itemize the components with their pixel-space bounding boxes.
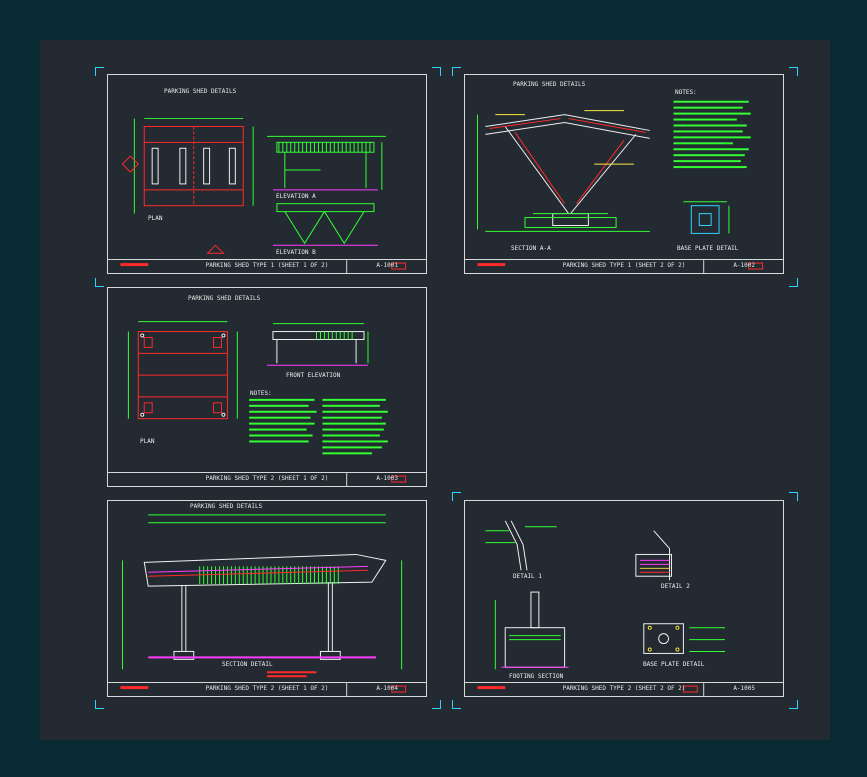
drawing-canvas: PARKING SHED DETAILS PLAN ELEVATION A EL… [40,40,830,740]
crop-mark [432,67,441,76]
sheet-number: A-1005 [733,685,755,692]
sheet-type1-2-drawing [476,100,764,273]
crop-mark [95,700,104,709]
base-plate-label: BASE PLATE DETAIL [643,661,705,668]
plan-label: PLAN [140,438,155,445]
footing-section-label: FOOTING SECTION [509,673,564,680]
sheet-title: PARKING SHED DETAILS [188,295,261,302]
sheet-number: A-1004 [376,685,398,692]
detail-1-label: DETAIL 1 [513,573,542,580]
title-block: PARKING SHED TYPE 2 (SHEET 2 OF 2) A-100… [465,682,783,696]
elevation-b-label: ELEVATION B [276,249,316,256]
notes-heading: NOTES: [250,390,272,397]
section-detail-label: SECTION DETAIL [222,661,273,668]
crop-mark [95,278,104,287]
title-block: PARKING SHED TYPE 2 (SHEET 1 OF 2) A-100… [108,682,426,696]
detail-2-label: DETAIL 2 [661,583,690,590]
section-aa-label: SECTION A-A [511,245,551,252]
base-plate-label: BASE PLATE DETAIL [677,245,739,252]
sheet-title: PARKING SHED DETAILS [190,503,263,510]
sheet-number: A-1003 [376,475,398,482]
crop-mark [432,700,441,709]
title-block: PARKING SHED TYPE 1 (SHEET 1 OF 2) A-100… [108,259,426,273]
footer-title: PARKING SHED TYPE 2 (SHEET 2 OF 2) [562,685,686,692]
crop-mark [789,278,798,287]
title-block: PARKING SHED TYPE 2 (SHEET 1 OF 2) A-100… [108,472,426,486]
sheet-type1-2: PARKING SHED DETAILS NOTES: SECTION A-A … [464,74,784,274]
crop-mark [95,67,104,76]
footer-title: PARKING SHED TYPE 2 (SHEET 1 OF 2) [205,475,329,482]
crop-mark [789,492,798,501]
sheet-title: PARKING SHED DETAILS [164,88,237,95]
sheet-type2-1-drawing [127,321,407,486]
sheet-type2-1: PARKING SHED DETAILS PLAN FRONT ELEVATIO… [107,287,427,487]
crop-mark [452,492,461,501]
sheet-type2-details-drawing [477,520,725,696]
sheet-type2-details: DETAIL 1 DETAIL 2 FOOTING SECTION BASE P… [464,500,784,697]
sheet-number: A-1002 [733,262,755,269]
notes-heading: NOTES: [675,89,697,96]
footer-title: PARKING SHED TYPE 1 (SHEET 1 OF 2) [205,262,329,269]
sheet-type1-1: PARKING SHED DETAILS PLAN ELEVATION A EL… [107,74,427,274]
crop-mark [789,700,798,709]
plan-label: PLAN [148,215,163,222]
elevation-a-label: ELEVATION A [276,193,316,200]
crop-mark [789,67,798,76]
crop-mark [452,67,461,76]
sheet-number: A-1001 [376,262,398,269]
title-block: PARKING SHED TYPE 1 (SHEET 2 OF 2) A-100… [465,259,783,273]
footer-title: PARKING SHED TYPE 1 (SHEET 2 OF 2) [562,262,686,269]
crop-mark [452,700,461,709]
sheet-title: PARKING SHED DETAILS [513,81,586,88]
front-elevation-label: FRONT ELEVATION [286,372,341,379]
sheet-type2-section: PARKING SHED DETAILS SECTION DETAIL PARK… [107,500,427,697]
footer-title: PARKING SHED TYPE 2 (SHEET 1 OF 2) [205,685,329,692]
sheet-type1-1-drawing [120,118,407,273]
